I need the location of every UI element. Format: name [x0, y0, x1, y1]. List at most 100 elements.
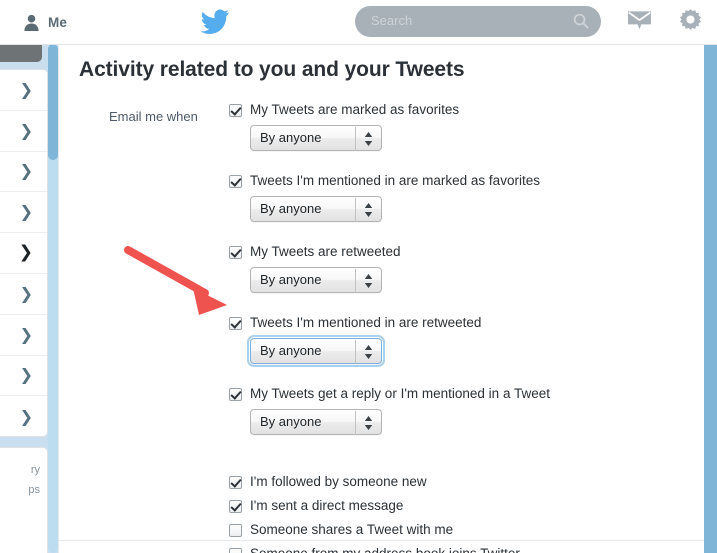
top-navigation-bar: Me Search [0, 0, 717, 45]
twitter-notification-settings-screen: Me Search ❯ ❯ ❯ ❯ ❯ ❯ ❯ ❯ ❯ ry ps Activi… [0, 0, 717, 553]
checkbox-checked[interactable] [229, 104, 242, 117]
checkbox-label: My Tweets are marked as favorites [250, 102, 460, 117]
sidebar-nav-card: ❯ ❯ ❯ ❯ ❯ ❯ ❯ ❯ ❯ [0, 69, 48, 437]
notification-option-row: My Tweets are marked as favorites By anyo… [229, 102, 689, 156]
select-value: By anyone [260, 343, 322, 358]
bottom-divider [59, 540, 704, 541]
person-icon [24, 14, 39, 31]
select-box[interactable]: By anyone [250, 196, 382, 222]
select-box[interactable]: By anyone [250, 409, 382, 435]
settings-content-panel: Activity related to you and your Tweets … [58, 44, 704, 553]
audience-select[interactable]: By anyone [250, 125, 382, 151]
sidebar-footer-link[interactable]: ry [31, 464, 40, 476]
select-stepper-arrows-icon [364, 132, 373, 146]
sidebar-nav-row[interactable]: ❯ [0, 233, 47, 274]
notification-option-row: Tweets I'm mentioned in are retweeted By … [229, 315, 689, 369]
checkbox-checked[interactable] [229, 246, 242, 259]
checkbox-unchecked[interactable] [229, 524, 242, 537]
chevron-right-icon: ❯ [19, 161, 33, 181]
select-divider [355, 340, 356, 364]
select-value: By anyone [260, 130, 322, 145]
select-box[interactable]: By anyone [250, 125, 382, 151]
me-menu-button[interactable]: Me [22, 8, 67, 36]
sidebar-nav-row[interactable]: ❯ [0, 274, 47, 315]
select-stepper-arrows-icon [364, 203, 373, 217]
right-edge-strip [703, 44, 717, 553]
select-box[interactable]: By anyone [250, 338, 382, 364]
notification-option-row: My Tweets get a reply or I'm mentioned i… [229, 386, 689, 440]
checkbox-label: My Tweets are retweeted [250, 244, 401, 259]
chevron-right-icon: ❯ [19, 202, 33, 222]
audience-select[interactable]: By anyone [250, 267, 382, 293]
select-value: By anyone [260, 414, 322, 429]
checkbox-label: Someone shares a Tweet with me [250, 522, 454, 537]
checkbox-label: I'm followed by someone new [250, 474, 427, 489]
audience-select[interactable]: By anyone [247, 335, 385, 367]
simple-notification-option-row[interactable]: I'm followed by someone new [229, 474, 689, 498]
mail-icon[interactable] [627, 10, 652, 32]
chevron-right-icon: ❯ [19, 283, 33, 303]
select-stepper-arrows-icon [364, 274, 373, 288]
sidebar-nav-row[interactable]: ❯ [0, 152, 47, 193]
select-stepper-arrows-icon [364, 416, 373, 430]
me-label: Me [48, 14, 67, 30]
sidebar-nav-row[interactable]: ❯ [0, 192, 47, 234]
checkbox-checked[interactable] [229, 175, 242, 188]
checkbox-checked[interactable] [229, 476, 242, 489]
checkbox-line[interactable]: Tweets I'm mentioned in are retweeted [229, 315, 689, 330]
checkbox-line[interactable]: My Tweets are retweeted [229, 244, 689, 259]
audience-select[interactable]: By anyone [250, 409, 382, 435]
checkbox-line[interactable]: My Tweets get a reply or I'm mentioned i… [229, 386, 689, 401]
checkbox-checked[interactable] [229, 388, 242, 401]
select-box[interactable]: By anyone [250, 267, 382, 293]
page-title: Activity related to you and your Tweets [79, 58, 465, 81]
checkbox-checked[interactable] [229, 500, 242, 513]
select-divider [355, 127, 356, 151]
sidebar-nav-row[interactable]: ❯ [0, 396, 47, 437]
checkbox-line[interactable]: My Tweets are marked as favorites [229, 102, 689, 117]
sidebar-nav-row[interactable]: ❯ [0, 111, 47, 152]
select-divider [355, 198, 356, 222]
notification-option-row: My Tweets are retweeted By anyone [229, 244, 689, 298]
left-sidebar: ❯ ❯ ❯ ❯ ❯ ❯ ❯ ❯ ❯ ry ps [0, 44, 48, 553]
checkbox-checked[interactable] [229, 317, 242, 330]
checkbox-unchecked[interactable] [229, 548, 242, 553]
simple-notification-options-list: I'm followed by someone new I'm sent a di… [229, 474, 689, 553]
checkbox-label: Someone from my address book joins Twitt… [250, 546, 520, 553]
simple-notification-option-row[interactable]: Someone shares a Tweet with me [229, 522, 689, 546]
search-placeholder: Search [371, 13, 413, 28]
chevron-right-icon: ❯ [19, 79, 33, 99]
simple-notification-option-row[interactable]: Someone from my address book joins Twitt… [229, 546, 689, 553]
select-divider [355, 411, 356, 435]
checkbox-label: My Tweets get a reply or I'm mentioned i… [250, 386, 550, 401]
sidebar-footer-link[interactable]: ps [28, 484, 40, 496]
select-stepper-arrows-icon [364, 345, 373, 359]
checkbox-label: Tweets I'm mentioned in are marked as fa… [250, 173, 540, 188]
chevron-right-icon: ❯ [19, 324, 33, 344]
sidebar-nav-row[interactable]: ❯ [0, 315, 47, 356]
chevron-right-icon: ❯ [18, 242, 33, 263]
sidebar-dark-tab [0, 44, 42, 62]
checkbox-label: Tweets I'm mentioned in are retweeted [250, 315, 482, 330]
checkbox-line[interactable]: Tweets I'm mentioned in are marked as fa… [229, 173, 689, 188]
search-input[interactable]: Search [355, 6, 601, 37]
content-scrollbar-thumb[interactable] [48, 44, 58, 160]
gear-icon[interactable] [678, 8, 703, 33]
checkbox-label: I'm sent a direct message [250, 498, 404, 513]
sidebar-nav-row[interactable]: ❯ [0, 356, 47, 397]
sidebar-nav-row[interactable]: ❯ [0, 70, 47, 111]
chevron-right-icon: ❯ [19, 120, 33, 140]
select-value: By anyone [260, 272, 322, 287]
audience-select[interactable]: By anyone [250, 196, 382, 222]
search-icon[interactable] [573, 13, 589, 29]
select-divider [355, 269, 356, 293]
sidebar-footer-card: ry ps [0, 447, 48, 553]
simple-notification-option-row[interactable]: I'm sent a direct message [229, 498, 689, 522]
chevron-right-icon: ❯ [19, 406, 33, 426]
notification-options-list: My Tweets are marked as favorites By anyo… [229, 102, 689, 440]
email-me-when-label: Email me when [109, 109, 198, 124]
notification-option-row: Tweets I'm mentioned in are marked as fa… [229, 173, 689, 227]
twitter-bird-icon[interactable] [200, 9, 230, 35]
chevron-right-icon: ❯ [19, 365, 33, 385]
select-value: By anyone [260, 201, 322, 216]
